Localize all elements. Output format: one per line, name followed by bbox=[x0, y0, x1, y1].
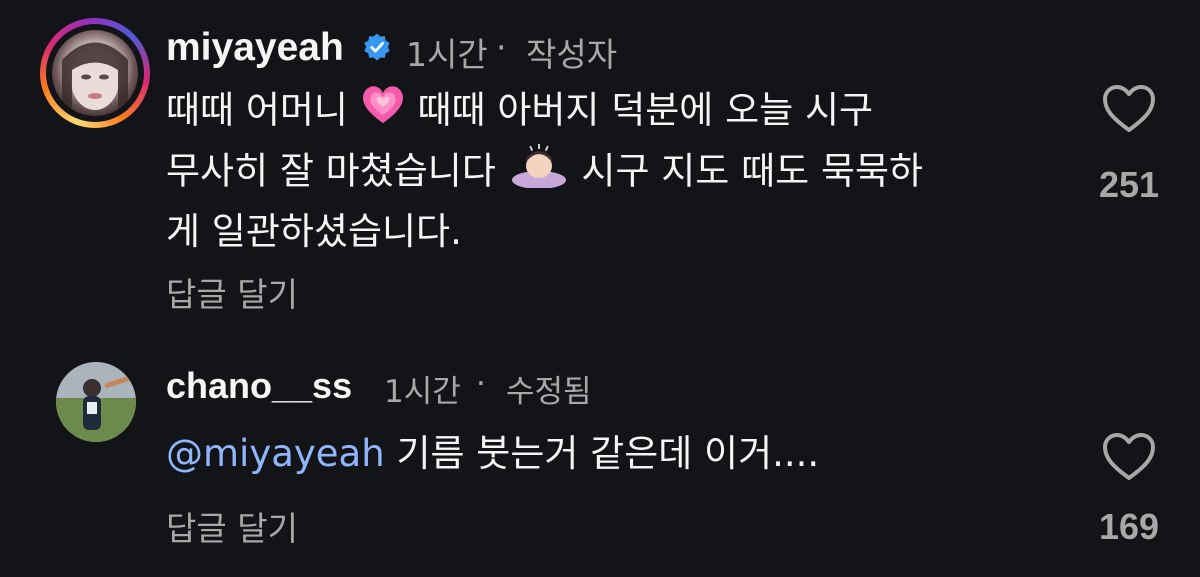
avatar[interactable] bbox=[52, 30, 138, 116]
comment-line: 무사히 잘 마쳤습니다 시구 지도 때도 묵묵하 bbox=[166, 142, 923, 204]
comment-username[interactable]: chano__ss bbox=[166, 365, 352, 407]
growing-heart-emoji bbox=[360, 82, 406, 142]
meta-separator: · bbox=[496, 28, 507, 67]
comment-line: 게 일관하셨습니다. bbox=[166, 210, 462, 253]
comment-timestamp: 1시간 bbox=[384, 374, 461, 410]
meta-separator: · bbox=[476, 366, 486, 402]
avatar[interactable] bbox=[56, 362, 136, 442]
reply-button[interactable]: 답글 달기 bbox=[166, 268, 298, 316]
edited-tag: 수정됨 bbox=[506, 374, 592, 410]
like-count: 169 bbox=[1098, 506, 1160, 547]
like-count: 251 bbox=[1098, 164, 1160, 205]
comment-username[interactable]: miyayeah bbox=[166, 26, 344, 70]
heart-outline-icon[interactable] bbox=[1101, 432, 1157, 482]
comment-line: 때때 어머니 때때 아버지 덕분에 오늘 시구 bbox=[166, 82, 923, 142]
reply-button[interactable]: 답글 달기 bbox=[166, 502, 298, 550]
comment-item: miyayeah 1시간 · 작성자 때때 어머니 때때 아버지 덕분에 오늘 … bbox=[0, 0, 1200, 330]
heart-outline-icon[interactable] bbox=[1101, 84, 1157, 134]
verified-badge-icon bbox=[364, 33, 390, 61]
person-bowing-emoji bbox=[508, 142, 570, 204]
author-tag: 작성자 bbox=[526, 35, 618, 74]
comment-timestamp: 1시간 bbox=[406, 35, 488, 74]
avatar-image bbox=[56, 362, 136, 442]
comment-text: @miyayeah 기름 붓는거 같은데 이거.... bbox=[166, 432, 820, 475]
avatar-image bbox=[62, 42, 128, 110]
comment-text: 때때 어머니 때때 아버지 덕분에 오늘 시구 무사히 잘 마쳤습니다 시구 지… bbox=[166, 82, 923, 260]
mention-link[interactable]: @miyayeah bbox=[166, 432, 385, 475]
